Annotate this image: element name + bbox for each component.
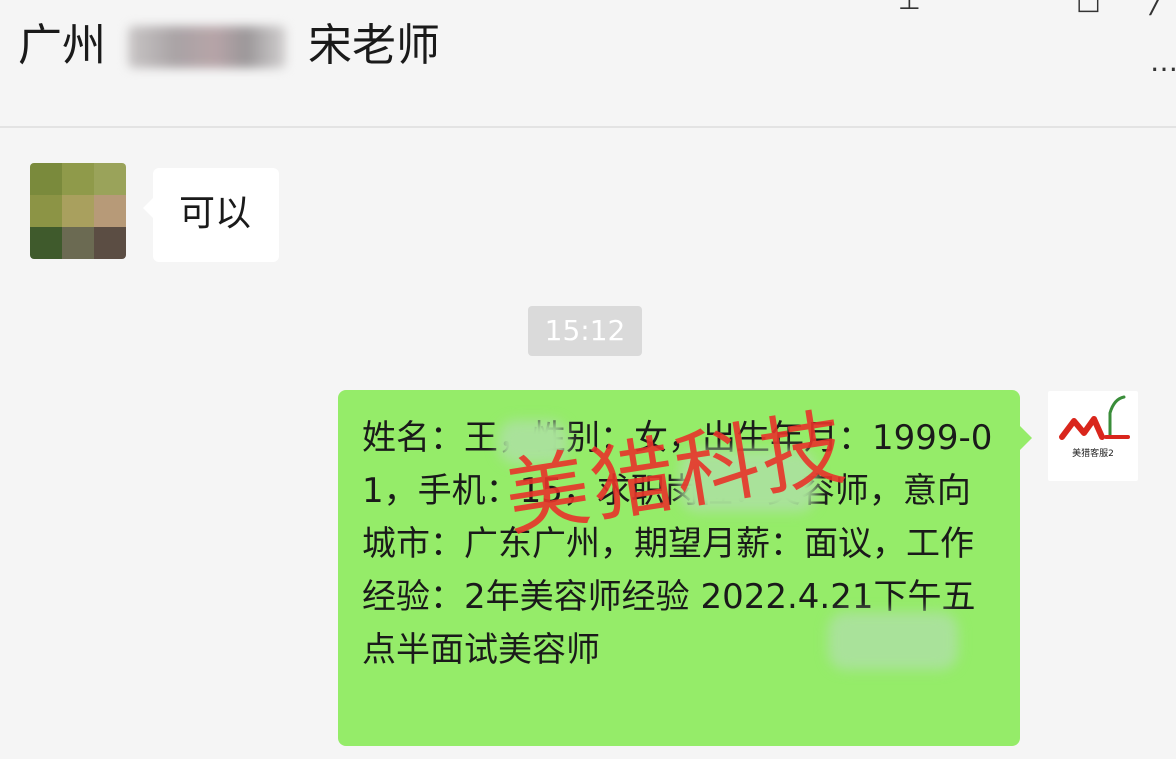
- avatar-caption: 美猎客服2: [1072, 449, 1114, 459]
- self-avatar[interactable]: 美猎客服2: [1048, 391, 1138, 481]
- maximize-icon[interactable]: □: [1076, 0, 1101, 16]
- more-options-icon[interactable]: …: [1150, 48, 1176, 76]
- meilie-logo-icon: [1059, 395, 1130, 440]
- close-icon[interactable]: ╱: [1150, 0, 1166, 16]
- chat-title-prefix: 广州: [18, 20, 106, 71]
- chat-title-suffix: 宋老师: [308, 20, 440, 71]
- chat-header: 广州 宋老师 ⊥ □ ╱ …: [0, 0, 1176, 128]
- message-timestamp: 15:12: [528, 306, 642, 356]
- contact-avatar[interactable]: [30, 163, 126, 259]
- pin-icon[interactable]: ⊥: [898, 0, 921, 16]
- redacted-title-segment: [128, 26, 286, 68]
- message-bubble-incoming[interactable]: 可以: [143, 168, 279, 262]
- message-text: 可以: [179, 193, 252, 234]
- redacted-location: [828, 612, 958, 670]
